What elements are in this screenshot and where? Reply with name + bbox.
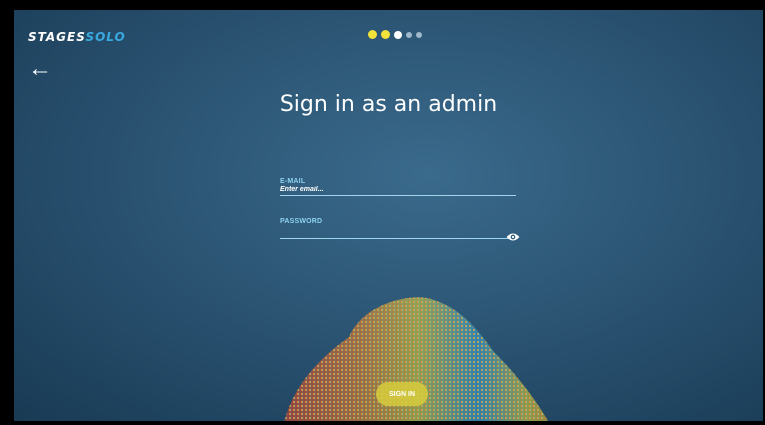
- password-input[interactable]: [280, 225, 516, 239]
- email-field-group: E-MAIL: [280, 178, 520, 196]
- progress-dot-3: [394, 30, 402, 39]
- email-label: E-MAIL: [280, 178, 306, 185]
- eye-icon[interactable]: [506, 232, 520, 242]
- email-input[interactable]: [280, 185, 516, 196]
- logo-stages: STAGES: [28, 30, 86, 44]
- page-title: Sign in as an admin: [279, 92, 498, 117]
- progress-dot-5: [416, 31, 422, 38]
- app-screen: STAGESSOLO ← Sign in as an admin E-MAIL …: [14, 10, 763, 421]
- progress-dot-4: [406, 31, 412, 38]
- progress-dots: [368, 30, 422, 39]
- password-field-group: PASSWORD: [280, 218, 520, 242]
- back-button[interactable]: ←: [28, 57, 52, 81]
- sign-in-button[interactable]: SIGN IN: [376, 382, 428, 406]
- stages-solo-logo: STAGESSOLO: [28, 30, 126, 44]
- arrow-left-icon: ←: [28, 55, 52, 82]
- logo-solo: SOLO: [85, 30, 126, 44]
- progress-dot-2: [381, 30, 390, 39]
- password-label: PASSWORD: [280, 218, 323, 225]
- progress-dot-1: [368, 30, 377, 39]
